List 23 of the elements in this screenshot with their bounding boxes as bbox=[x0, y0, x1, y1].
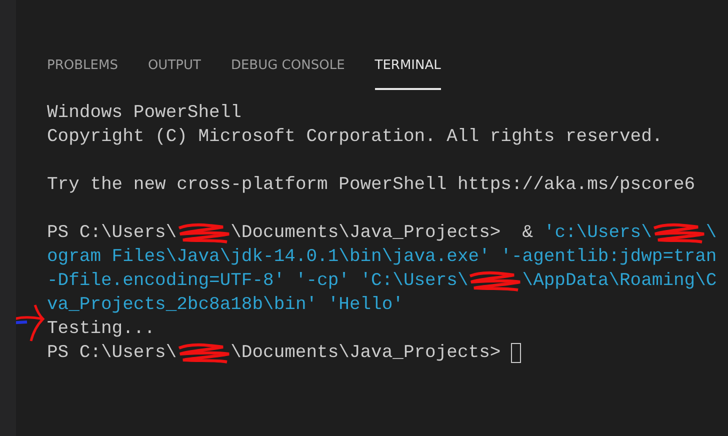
terminal-text: Copyright (C) Microsoft Corporation. All rights reserved. bbox=[47, 126, 663, 149]
terminal-text: PS C:\Users\ bbox=[47, 222, 177, 245]
redaction-scribble bbox=[468, 270, 522, 292]
terminal-text: \Documents\Java_Projects> & bbox=[230, 222, 534, 245]
terminal-text: Try the new cross-platform PowerShell https://aka.ms/pscore6 bbox=[47, 174, 696, 197]
terminal-text: \AppData\Roaming\C bbox=[522, 270, 717, 293]
panel-tab[interactable]: PROBLEMS bbox=[47, 40, 118, 90]
panel-tab[interactable]: TERMINAL bbox=[374, 40, 441, 90]
terminal-text: PS C:\Users\ bbox=[47, 342, 177, 365]
terminal-text: 'c:\Users\ bbox=[544, 222, 652, 245]
terminal-text: \Documents\Java_Projects> bbox=[230, 342, 502, 365]
terminal-text: va_Projects_2bc8a18b\bin' 'Hello' bbox=[47, 294, 404, 317]
panel-tab[interactable]: DEBUG CONSOLE bbox=[230, 40, 345, 90]
terminal-text: Testing... bbox=[47, 318, 156, 341]
redaction-scribble bbox=[652, 222, 706, 244]
terminal-text: \ bbox=[706, 222, 717, 245]
terminal-text: ogram Files\Java\jdk-14.0.1\bin\java.exe' '-agentlib:jdwp=tran bbox=[47, 246, 717, 269]
redaction-scribble bbox=[176, 222, 231, 244]
panel-tab[interactable]: OUTPUT bbox=[148, 40, 201, 90]
redaction-scribble bbox=[176, 342, 231, 364]
terminal-cursor bbox=[511, 343, 522, 363]
terminal-text: -Dfile.encoding=UTF-8' '-cp' 'C:\Users\ bbox=[47, 270, 468, 293]
terminal-text: Windows PowerShell bbox=[47, 102, 242, 125]
